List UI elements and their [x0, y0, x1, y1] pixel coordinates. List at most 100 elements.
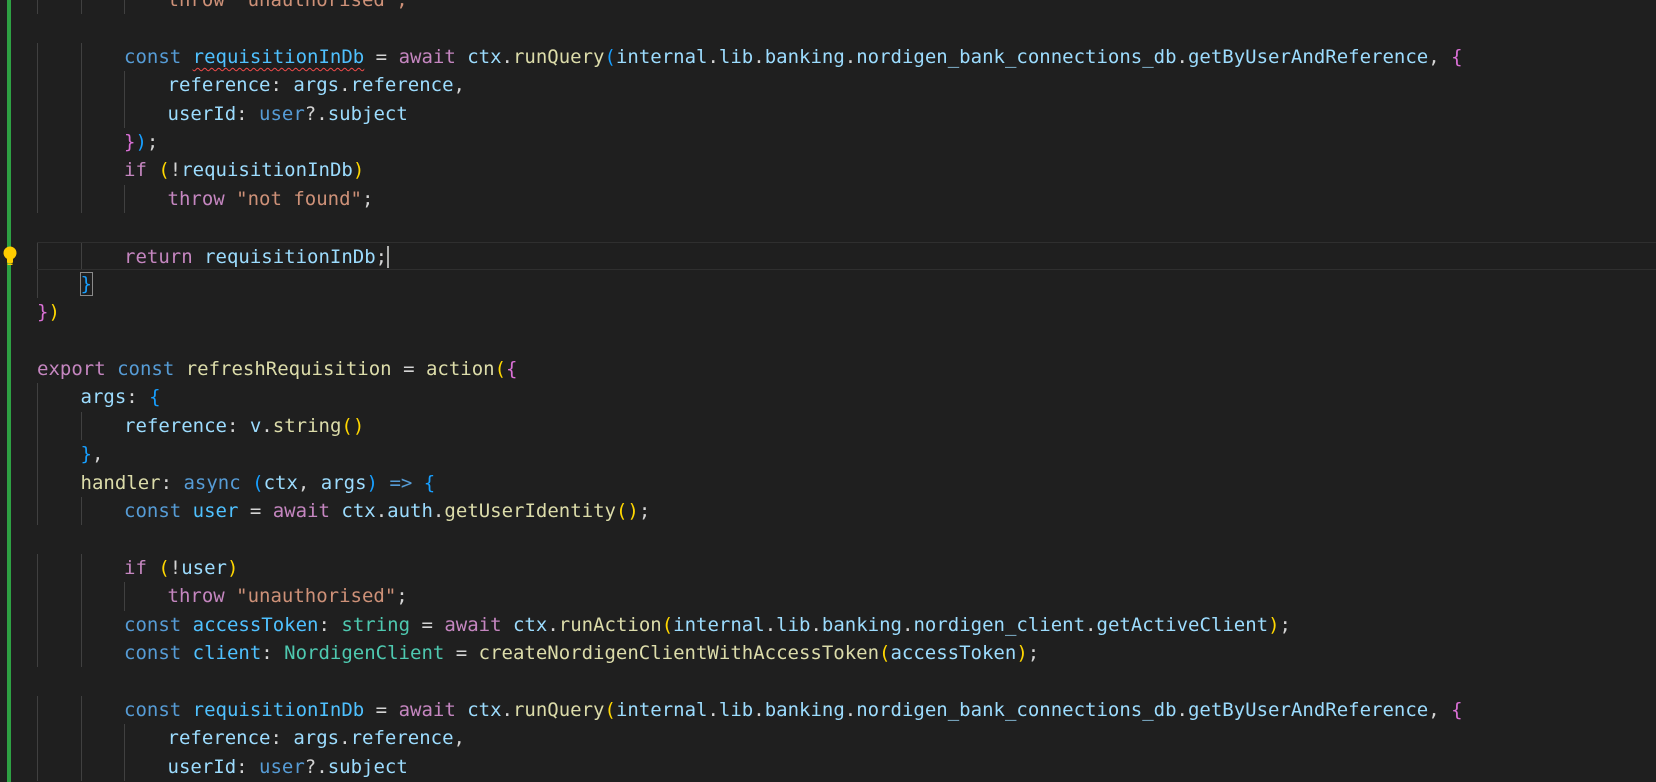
indent-guide — [37, 383, 38, 412]
code-token: . — [261, 414, 273, 437]
code-token: ctx — [467, 698, 502, 721]
code-token: ctx — [512, 613, 548, 636]
code-line[interactable]: throw "not found"; — [37, 184, 1656, 214]
code-text: throw "not found"; — [168, 185, 374, 213]
code-token: ; — [638, 500, 651, 523]
code-line[interactable]: handler: async (ctx, args) => { — [37, 468, 1656, 498]
code-token: , — [453, 74, 465, 97]
code-token: await — [272, 500, 342, 523]
indent-guide — [80, 752, 82, 781]
code-token: accessToken — [192, 613, 319, 636]
code-line[interactable]: const client: NordigenClient = createNor… — [37, 638, 1656, 668]
code-token: = — [391, 358, 426, 381]
code-line[interactable]: }); — [37, 127, 1656, 157]
code-token: : — [226, 414, 250, 437]
code-token: requisitionInDb — [181, 159, 353, 182]
code-token: } — [79, 271, 93, 296]
code-token: throw — [167, 585, 237, 608]
code-token: ( — [494, 358, 507, 381]
indent-guide — [124, 99, 125, 128]
code-line[interactable]: userId: user?.subject — [37, 99, 1656, 128]
code-token: = — [410, 613, 445, 636]
code-token: ( — [158, 556, 170, 579]
code-line[interactable]: reference: args.reference, — [37, 724, 1656, 753]
indent-guide — [80, 184, 82, 214]
code-token: banking — [764, 45, 845, 68]
code-token: reference — [167, 74, 271, 97]
code-token: } — [80, 443, 92, 466]
code-line[interactable]: const accessToken: string = await ctx.ru… — [37, 610, 1656, 639]
code-token: , — [297, 471, 321, 494]
code-line[interactable]: const requisitionInDb = await ctx.runQue… — [37, 695, 1656, 725]
code-token: runAction — [558, 613, 662, 636]
indent-guide — [37, 242, 38, 269]
code-token: reference — [167, 727, 271, 750]
code-text: userId: user?.subject — [168, 753, 408, 781]
code-line[interactable]: } — [37, 269, 1656, 299]
indent-guide — [37, 99, 38, 128]
code-token: { — [149, 386, 161, 409]
code-line[interactable]: }, — [37, 440, 1656, 469]
code-line[interactable]: const user = await ctx.auth.getUserIdent… — [37, 497, 1656, 526]
code-line[interactable] — [37, 14, 1656, 42]
code-token: ( — [879, 641, 891, 664]
code-token: args — [293, 727, 340, 750]
code-token: . — [844, 698, 857, 721]
code-token: accessToken — [890, 641, 1017, 664]
indent-guide — [80, 71, 82, 100]
code-line[interactable]: reference: v.string() — [37, 411, 1656, 441]
indent-guide — [37, 440, 38, 469]
code-token: ( — [158, 159, 170, 182]
code-token: : — [236, 102, 260, 125]
code-line[interactable]: userId: user?.subject — [37, 752, 1656, 781]
code-line-current[interactable]: return requisitionInDb; — [37, 241, 1656, 270]
code-token: const — [124, 698, 193, 721]
indent-guide — [80, 99, 82, 128]
code-line[interactable]: export const refreshRequisition = action… — [37, 355, 1656, 383]
indent-guide — [80, 127, 82, 157]
code-line[interactable]: if (!user) — [37, 553, 1656, 583]
code-token: requisitionInDb — [192, 45, 365, 68]
code-line[interactable] — [37, 667, 1656, 695]
indent-guide — [80, 0, 82, 15]
code-line[interactable]: const requisitionInDb = await ctx.runQue… — [37, 42, 1656, 72]
indent-guide — [37, 638, 38, 668]
code-line[interactable]: args: { — [37, 383, 1656, 412]
code-text: reference: v.string() — [124, 412, 364, 440]
indent-guide — [80, 242, 82, 269]
indent-guide — [37, 553, 38, 583]
code-token: getByUserAndReference — [1187, 45, 1429, 68]
code-line[interactable] — [37, 327, 1656, 355]
indent-guide — [80, 610, 82, 639]
code-token: const — [124, 613, 193, 636]
code-line[interactable]: if (!requisitionInDb) — [37, 156, 1656, 185]
indent-guide — [37, 468, 38, 498]
code-line[interactable]: reference: args.reference, — [37, 71, 1656, 100]
indent-guide — [80, 42, 82, 72]
code-text: const requisitionInDb = await ctx.runQue… — [124, 696, 1463, 724]
code-text: const user = await ctx.auth.getUserIdent… — [124, 497, 650, 525]
code-token: . — [547, 613, 559, 636]
code-token: userId — [167, 755, 237, 778]
code-lines[interactable]: throw "unauthorised"; const requisitionIn… — [37, 0, 1656, 781]
code-line[interactable]: throw "unauthorised"; — [37, 582, 1656, 611]
code-line[interactable] — [37, 525, 1656, 553]
indent-guide — [80, 695, 82, 725]
code-line[interactable]: }) — [37, 298, 1656, 326]
code-token: user — [259, 102, 305, 125]
code-token: = — [238, 500, 273, 523]
code-text: reference: args.reference, — [168, 71, 465, 99]
indent-guide — [37, 695, 38, 725]
indent-guide — [37, 497, 38, 526]
code-line[interactable]: throw "unauthorised"; — [37, 0, 1656, 15]
code-token: args — [320, 471, 367, 494]
code-text: if (!requisitionInDb) — [124, 156, 364, 184]
indent-guide — [37, 0, 38, 15]
lightbulb-icon[interactable] — [0, 244, 20, 268]
code-token: NordigenClient — [284, 641, 445, 664]
code-line[interactable] — [37, 213, 1656, 241]
code-text: handler: async (ctx, args) => { — [81, 469, 436, 497]
code-token: ( — [661, 613, 674, 636]
code-token: if — [124, 159, 159, 182]
code-editor[interactable]: throw "unauthorised"; const requisitionIn… — [0, 0, 1656, 782]
